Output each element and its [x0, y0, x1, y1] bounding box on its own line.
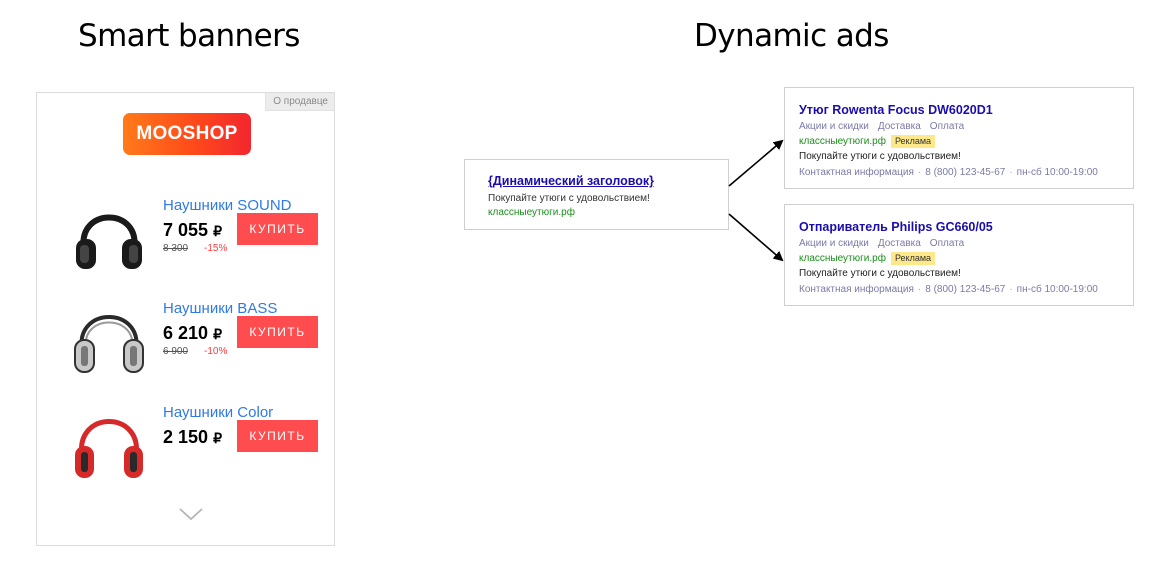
old-price: 6 900 [163, 346, 189, 357]
discount: -15% [204, 243, 228, 254]
old-price: 8 300 [163, 243, 189, 254]
dynamic-headline-placeholder[interactable]: {Динамический заголовок} [488, 174, 654, 188]
price-value: 6 210 [163, 323, 209, 343]
sitelink[interactable]: Доставка [878, 121, 921, 132]
price-value: 2 150 [163, 427, 209, 447]
ad-card: Отпариватель Philips GC660/05 Акции и ск… [784, 204, 1134, 306]
product-card[interactable]: Наушники Color 2 150 ₽ КУПИТЬ [37, 396, 334, 486]
ad-card: Утюг Rowenta Focus DW6020D1 Акции и скид… [784, 87, 1134, 189]
headphones-icon[interactable] [67, 189, 151, 279]
sitelink[interactable]: Оплата [930, 238, 964, 249]
working-hours: пн-сб 10:00-19:00 [1016, 284, 1098, 295]
dynamic-ad-template: {Динамический заголовок} Покупайте утюги… [464, 159, 729, 230]
dynamic-ads-title: Dynamic ads [694, 18, 889, 54]
smart-banners-title: Smart banners [78, 18, 300, 54]
sitelink[interactable]: Доставка [878, 238, 921, 249]
ad-text: Покупайте утюги с удовольствием! [488, 193, 650, 204]
ad-badge: Реклама [890, 135, 936, 148]
ad-url[interactable]: классныеутюги.рф [799, 136, 886, 147]
product-card[interactable]: Наушники SOUND 7 055 ₽ 8 300 -15% КУПИТЬ [37, 189, 334, 279]
currency-sign: ₽ [213, 326, 222, 342]
contact-row: Контактная информация · 8 (800) 123-45-67 ·… [799, 167, 1098, 178]
ad-url-row: классныеутюги.рф Реклама [799, 135, 936, 148]
sitelinks: Акции и скидки Доставка Оплата [799, 121, 973, 132]
chevron-down-icon[interactable] [178, 506, 204, 522]
buy-button[interactable]: КУПИТЬ [237, 420, 318, 452]
headphones-icon[interactable] [67, 292, 151, 382]
ad-url[interactable]: классныеутюги.рф [488, 207, 575, 218]
ad-badge: Реклама [890, 252, 936, 265]
contact-row: Контактная информация · 8 (800) 123-45-67 ·… [799, 284, 1098, 295]
sitelink[interactable]: Акции и скидки [799, 121, 869, 132]
about-seller-link[interactable]: О продавце [265, 93, 334, 111]
product-price: 2 150 ₽ [163, 427, 222, 448]
discount: -10% [204, 346, 228, 357]
contact-link[interactable]: Контактная информация [799, 167, 914, 178]
currency-sign: ₽ [213, 223, 222, 239]
sitelink[interactable]: Оплата [930, 121, 964, 132]
ad-text: Покупайте утюги с удовольствием! [799, 268, 961, 279]
product-name[interactable]: Наушники BASS [163, 300, 277, 317]
contact-link[interactable]: Контактная информация [799, 284, 914, 295]
ad-headline[interactable]: Отпариватель Philips GC660/05 [799, 220, 993, 234]
headphones-icon[interactable] [67, 396, 151, 486]
currency-sign: ₽ [213, 430, 222, 446]
product-name[interactable]: Наушники Color [163, 404, 273, 421]
product-card[interactable]: Наушники BASS 6 210 ₽ 6 900 -10% КУПИТЬ [37, 292, 334, 382]
buy-button[interactable]: КУПИТЬ [237, 316, 318, 348]
phone: 8 (800) 123-45-67 [925, 167, 1006, 178]
working-hours: пн-сб 10:00-19:00 [1016, 167, 1098, 178]
product-price: 6 210 ₽ [163, 323, 222, 344]
phone: 8 (800) 123-45-67 [925, 284, 1006, 295]
ad-headline[interactable]: Утюг Rowenta Focus DW6020D1 [799, 103, 993, 117]
sitelinks: Акции и скидки Доставка Оплата [799, 238, 973, 249]
arrow-icon [728, 139, 784, 187]
ad-url[interactable]: классныеутюги.рф [799, 253, 886, 264]
arrow-icon [728, 213, 784, 262]
ad-url-row: классныеутюги.рф Реклама [799, 252, 936, 265]
smart-banner: О продавце MOOSHOP Наушники SOUND 7 055 … [36, 92, 335, 546]
product-price: 7 055 ₽ [163, 220, 222, 241]
price-value: 7 055 [163, 220, 209, 240]
product-name[interactable]: Наушники SOUND [163, 197, 291, 214]
shop-logo[interactable]: MOOSHOP [123, 113, 251, 155]
ad-text: Покупайте утюги с удовольствием! [799, 151, 961, 162]
buy-button[interactable]: КУПИТЬ [237, 213, 318, 245]
sitelink[interactable]: Акции и скидки [799, 238, 869, 249]
